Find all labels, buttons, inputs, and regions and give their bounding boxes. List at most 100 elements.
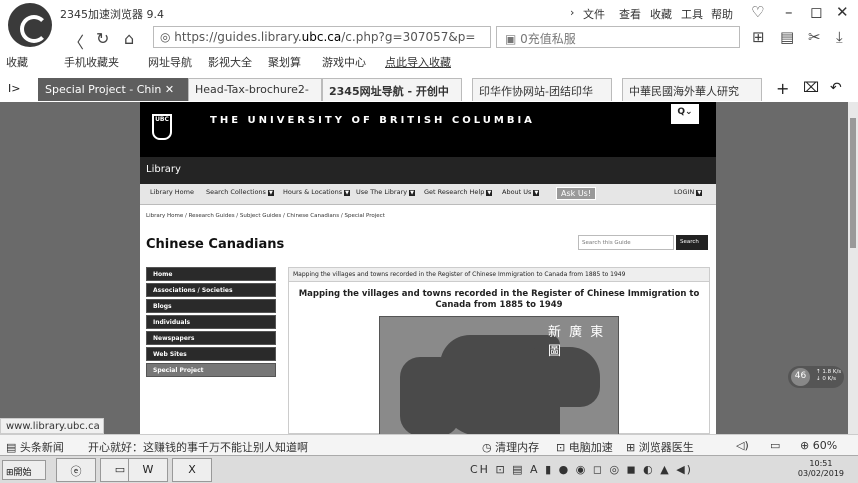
fav-movies[interactable]: 影视大全: [208, 54, 252, 70]
content-box: Mapping the villages and towns recorded …: [288, 267, 710, 434]
scrollbar-thumb[interactable]: [850, 118, 856, 248]
menu-view[interactable]: 查看: [619, 6, 641, 22]
library-nav: Library Home Search Collections ▼ Hours &…: [140, 184, 716, 205]
sidebar-item-websites[interactable]: Web Sites: [146, 347, 276, 361]
zoom-icon: ⊕: [800, 439, 813, 452]
clean-icon: ◷: [482, 441, 496, 454]
speedup-icon: ⊡: [556, 441, 569, 454]
sidebar-item-associations[interactable]: Associations / Societies: [146, 283, 276, 297]
nav-library-home[interactable]: Library Home: [150, 188, 194, 196]
box-header: Mapping the villages and towns recorded …: [289, 268, 709, 282]
favorites-bar: 收藏 手机收藏夹 网址导航 影视大全 聚划算 游戏中心 点此导入收藏: [0, 51, 858, 71]
windows-icon: ⊞: [6, 468, 14, 478]
fav-games[interactable]: 游戏中心: [322, 54, 366, 70]
shield-icon: ▣: [505, 32, 521, 46]
news-label[interactable]: ▤ 头条新闻: [6, 439, 64, 455]
ubc-header: UBC THE UNIVERSITY OF BRITISH COLUMBIA Q…: [140, 102, 716, 157]
search-box[interactable]: ▣ 0充值私服: [496, 26, 740, 48]
favorites-menu[interactable]: 收藏: [6, 54, 28, 70]
back-icon[interactable]: 〈: [68, 29, 84, 53]
guide-search-button[interactable]: Search: [676, 235, 708, 250]
skin-icon[interactable]: ♡: [751, 3, 764, 21]
ask-us-button[interactable]: Ask Us!: [556, 187, 597, 200]
trash-icon[interactable]: ⌧: [803, 80, 819, 96]
sidebar-item-newspapers[interactable]: Newspapers: [146, 331, 276, 345]
tab-special-project[interactable]: Special Project - Chin ✕: [38, 78, 188, 101]
library-band[interactable]: Library: [140, 157, 716, 184]
nav-hours-locations[interactable]: Hours & Locations ▼: [283, 188, 350, 196]
close-icon[interactable]: ✕: [836, 3, 849, 21]
menu-arrow-icon[interactable]: ›: [570, 6, 574, 19]
menu-tools[interactable]: 工具: [681, 6, 703, 22]
university-name[interactable]: THE UNIVERSITY OF BRITISH COLUMBIA: [210, 115, 535, 126]
menu-help[interactable]: 帮助: [711, 6, 733, 22]
news-icon: ▤: [6, 441, 20, 454]
monitor-icon[interactable]: ▭: [770, 439, 780, 452]
sidebar-toggle-icon[interactable]: I>: [8, 82, 20, 95]
download-icon[interactable]: ⤓: [836, 28, 843, 46]
fav-mobile[interactable]: 手机收藏夹: [64, 54, 119, 70]
nav-about-us[interactable]: About Us ▼: [502, 188, 540, 196]
new-tab-icon[interactable]: +: [776, 79, 789, 98]
extensions-icon[interactable]: ⊞: [752, 28, 765, 46]
app-title: 2345加速浏览器 9.4: [60, 8, 164, 21]
fav-import[interactable]: 点此导入收藏: [385, 54, 451, 70]
address-bar[interactable]: ◎ https://guides.library.ubc.ca/c.php?g=…: [153, 26, 491, 48]
start-button[interactable]: ⊞開始: [2, 460, 46, 480]
search-icon[interactable]: Q⌄: [671, 104, 699, 124]
nav-use-library[interactable]: Use The Library ▼: [356, 188, 415, 196]
menu-file[interactable]: 文件: [583, 6, 605, 22]
map-caption: 新 廣 東 圖: [548, 325, 606, 359]
home-icon[interactable]: ⌂: [124, 29, 134, 48]
news-headline[interactable]: 开心就好：这赚钱的事千万不能让别人知道啊: [88, 439, 308, 455]
taskbar-excel-icon[interactable]: X: [172, 458, 212, 482]
taskbar-browser-icon[interactable]: ⓔ: [56, 458, 96, 482]
browser-logo-icon: [8, 3, 52, 47]
reader-icon[interactable]: ▤: [780, 28, 794, 46]
page-title: Chinese Canadians: [146, 237, 285, 252]
title-bar: 2345加速浏览器 9.4 › 文件 查看 收藏 工具 帮助 ♡ – ◻ ✕ 〈…: [0, 0, 858, 53]
zoom-control[interactable]: ⊕ 60%: [800, 439, 837, 452]
speed-info: ↑ 1.8 K/s ↓ 0 K/s: [816, 369, 842, 382]
fav-nav[interactable]: 网址导航: [148, 54, 192, 70]
fav-deals[interactable]: 聚划算: [268, 54, 301, 70]
guide-page: Library Home / Research Guides / Subject…: [140, 205, 716, 434]
breadcrumb[interactable]: Library Home / Research Guides / Subject…: [146, 213, 385, 219]
tab-2345[interactable]: 2345网址导航 - 开创中: [322, 78, 462, 101]
nav-research-help[interactable]: Get Research Help ▼: [424, 188, 493, 196]
clock[interactable]: 10:51 03/02/2019: [798, 459, 844, 479]
maximize-icon[interactable]: ◻: [810, 3, 822, 21]
refresh-icon[interactable]: ↻: [96, 29, 109, 48]
tab-bar: I> Special Project - Chin ✕ Head-Tax-bro…: [0, 75, 858, 102]
status-url: www.library.ubc.ca: [0, 418, 104, 434]
screenshot-icon[interactable]: ✂: [808, 28, 821, 46]
clean-memory[interactable]: ◷ 清理内存: [482, 439, 539, 455]
sound-icon[interactable]: ◁): [736, 439, 749, 452]
sidebar-item-special-project[interactable]: Special Project: [146, 363, 276, 377]
doctor-icon: ⊞: [626, 441, 639, 454]
menu-favorites[interactable]: 收藏: [650, 6, 672, 22]
lock-icon: ◎: [160, 30, 175, 44]
nav-search-collections[interactable]: Search Collections ▼: [206, 188, 274, 196]
pc-speedup[interactable]: ⊡ 电脑加速: [556, 439, 613, 455]
browser-doctor[interactable]: ⊞ 浏览器医生: [626, 439, 694, 455]
tab-yinhua[interactable]: 印华作协网站-团结印华: [472, 78, 612, 101]
login-link[interactable]: LOGIN ▼: [674, 188, 703, 196]
sidebar-item-home[interactable]: Home: [146, 267, 276, 281]
web-content: UBC THE UNIVERSITY OF BRITISH COLUMBIA Q…: [0, 102, 848, 434]
sidebar-item-blogs[interactable]: Blogs: [146, 299, 276, 313]
guide-search-input[interactable]: Search this Guide: [578, 235, 674, 250]
system-tray-icons[interactable]: CH ⊡ ▤ A ▮ ● ◉ ◻ ◎ ◼ ◐ ▲ ◀): [470, 463, 693, 476]
box-title: Mapping the villages and towns recorded …: [298, 289, 700, 310]
ubc-crest-logo[interactable]: UBC: [152, 114, 172, 140]
minimize-icon[interactable]: –: [785, 3, 793, 21]
tab-overseas[interactable]: 中華民國海外華人研究: [622, 78, 762, 101]
undo-icon[interactable]: ↶: [830, 80, 842, 96]
tab-head-tax[interactable]: Head-Tax-brochure2-: [188, 78, 322, 101]
speed-percent: 46: [791, 368, 810, 386]
taskbar-word-icon[interactable]: W: [128, 458, 168, 482]
map-image[interactable]: 新 廣 東 圖: [379, 316, 619, 434]
sidebar-item-individuals[interactable]: Individuals: [146, 315, 276, 329]
status-bar: ▤ 头条新闻 开心就好：这赚钱的事千万不能让别人知道啊 ◷ 清理内存 ⊡ 电脑加…: [0, 434, 858, 455]
taskbar: ⊞開始 ⓔ ▭ W X CH ⊡ ▤ A ▮ ● ◉ ◻ ◎ ◼ ◐ ▲ ◀) …: [0, 455, 858, 483]
